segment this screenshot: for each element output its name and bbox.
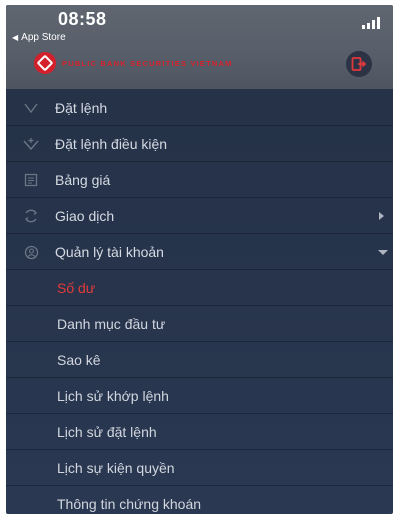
menu-item-label: Giao dịch — [55, 207, 115, 224]
submenu-item-rights-calendar[interactable]: Lịch sự kiện quyền — [6, 450, 393, 486]
signal-icon — [362, 17, 380, 29]
submenu-item-label: Lịch sự kiện quyền — [57, 459, 175, 476]
menu-item-order[interactable]: Đặt lệnh — [6, 90, 393, 126]
menu-item-label: Đặt lệnh điều kiện — [55, 135, 168, 152]
chevron-down-icon — [378, 250, 388, 255]
brand-logo-icon — [34, 52, 56, 74]
submenu-item-statement[interactable]: Sao kê — [6, 342, 393, 378]
conditional-order-icon — [23, 136, 39, 152]
order-icon — [23, 100, 39, 116]
back-arrow-icon: ◀ — [12, 33, 19, 42]
logout-button[interactable] — [346, 51, 372, 77]
account-icon — [23, 244, 39, 260]
submenu-item-matched-history[interactable]: Lịch sử khớp lệnh — [6, 378, 393, 414]
brand: PUBLIC BANK SECURITIES VIETNAM — [34, 52, 233, 74]
header: 08:58 ◀ App Store PUBLIC BANK SECURITIES … — [6, 5, 393, 89]
menu-item-price-board[interactable]: Bảng giá — [6, 162, 393, 198]
submenu-item-label: Số dư — [57, 279, 96, 296]
submenu-item-balance[interactable]: Số dư — [6, 270, 393, 306]
chevron-right-icon — [379, 212, 384, 220]
submenu-item-label: Lịch sử đặt lệnh — [57, 423, 157, 440]
submenu-item-stock-info[interactable]: Thông tin chứng khoán — [6, 486, 393, 514]
menu-item-label: Quản lý tài khoản — [55, 243, 164, 260]
submenu-item-label: Lịch sử khớp lệnh — [57, 387, 169, 404]
submenu-item-label: Thông tin chứng khoán — [57, 495, 202, 512]
menu-item-conditional-order[interactable]: Đặt lệnh điều kiện — [6, 126, 393, 162]
brand-name: PUBLIC BANK SECURITIES VIETNAM — [62, 58, 233, 68]
menu-item-transaction[interactable]: Giao dịch — [6, 198, 393, 234]
submenu-item-portfolio[interactable]: Danh mục đầu tư — [6, 306, 393, 342]
submenu-item-label: Sao kê — [57, 351, 101, 368]
back-to-app-store[interactable]: ◀ App Store — [12, 32, 66, 43]
menu-item-label: Bảng giá — [55, 171, 111, 188]
submenu-item-order-history[interactable]: Lịch sử đặt lệnh — [6, 414, 393, 450]
side-menu: Đặt lệnh Đặt lệnh điều kiện Bảng giá Gia… — [6, 90, 393, 514]
status-time: 08:58 — [58, 9, 107, 29]
logout-icon — [351, 57, 367, 71]
back-label: App Store — [21, 32, 66, 43]
submenu-item-label: Danh mục đầu tư — [57, 315, 166, 332]
menu-item-account-management[interactable]: Quản lý tài khoản — [6, 234, 393, 270]
transaction-icon — [23, 208, 39, 224]
price-board-icon — [23, 172, 39, 188]
menu-item-label: Đặt lệnh — [55, 99, 108, 116]
app-screen: 08:58 ◀ App Store PUBLIC BANK SECURITIES … — [6, 5, 393, 514]
